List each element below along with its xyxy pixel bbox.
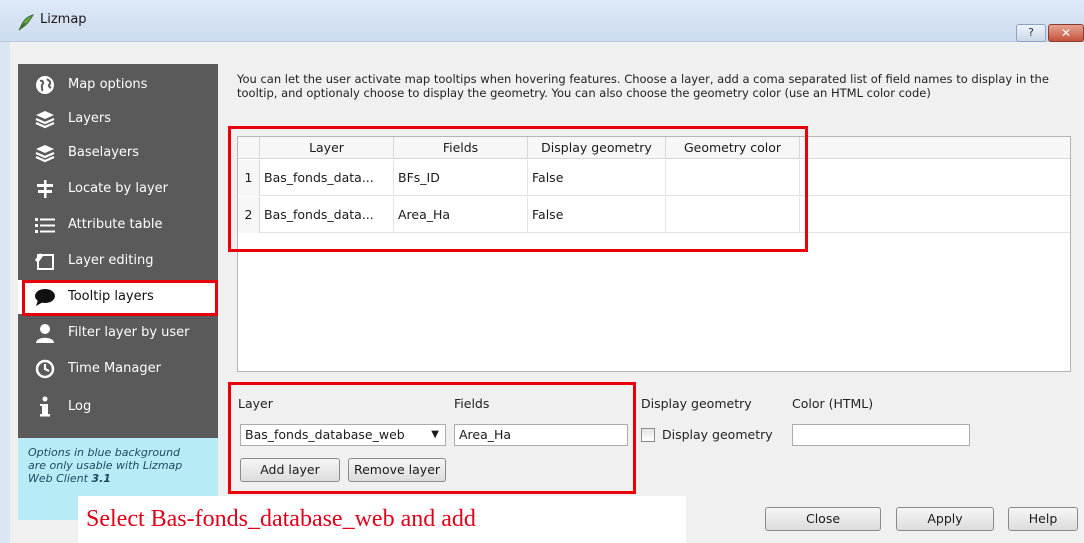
highlight-box-table xyxy=(228,126,808,252)
edit-icon xyxy=(34,250,56,272)
close-button[interactable]: Close xyxy=(765,507,881,531)
list-icon xyxy=(34,214,56,236)
sidebar-item-label: Log xyxy=(68,399,92,414)
window-title: Lizmap xyxy=(40,12,87,27)
user-icon xyxy=(34,322,56,344)
instruction-annotation: Select Bas-fonds_database_web and add xyxy=(78,496,686,543)
sidebar-item-layers[interactable]: Layers xyxy=(18,102,218,136)
sidebar-item-label: Layer editing xyxy=(68,253,154,268)
color-html-label: Color (HTML) xyxy=(792,396,874,411)
sidebar-item-time-manager[interactable]: Time Manager xyxy=(18,352,218,386)
help-button[interactable]: Help xyxy=(1008,507,1078,531)
color-html-input[interactable] xyxy=(792,424,970,446)
lizmap-logo-icon xyxy=(18,14,35,31)
info-icon xyxy=(34,396,56,418)
window-close-button[interactable]: ✕ xyxy=(1048,24,1084,42)
sidebar-item-map-options[interactable]: Map options xyxy=(18,68,218,102)
sidebar-item-label: Attribute table xyxy=(68,217,163,232)
apply-button[interactable]: Apply xyxy=(896,507,994,531)
sidebar-item-log[interactable]: Log xyxy=(18,390,218,424)
sidebar-item-label: Baselayers xyxy=(68,145,140,160)
baselayers-icon xyxy=(34,142,56,164)
clock-icon xyxy=(34,358,56,380)
sidebar-item-filter-layer-by-user[interactable]: Filter layer by user xyxy=(18,316,218,350)
display-geometry-checkbox-label: Display geometry xyxy=(662,427,773,442)
display-geometry-checkbox[interactable] xyxy=(641,428,655,442)
sidebar-item-attribute-table[interactable]: Attribute table xyxy=(18,208,218,242)
tooltip-description: You can let the user activate map toolti… xyxy=(237,72,1049,100)
sidebar-item-label: Filter layer by user xyxy=(68,325,190,340)
lizmap-dialog: Lizmap ? ✕ Map options Layers Baselayers xyxy=(0,0,1084,543)
note-line-2: are only usable with Lizmap xyxy=(28,459,183,472)
note-line-1: Options in blue background xyxy=(28,446,181,459)
note-version: 3.1 xyxy=(91,472,111,485)
sidebar-item-locate-by-layer[interactable]: Locate by layer xyxy=(18,172,218,206)
display-geometry-label: Display geometry xyxy=(641,396,752,411)
title-bar: Lizmap ? ✕ xyxy=(0,0,1084,42)
sidebar-item-layer-editing[interactable]: Layer editing xyxy=(18,244,218,278)
note-line-3: Web Client xyxy=(28,472,88,485)
context-help-button[interactable]: ? xyxy=(1016,24,1046,42)
sidebar-item-label: Time Manager xyxy=(68,361,161,376)
sidebar-item-label: Layers xyxy=(68,111,112,126)
highlight-box-form xyxy=(228,382,636,494)
signpost-icon xyxy=(34,178,56,200)
globe-icon xyxy=(34,74,56,96)
sidebar-item-label: Map options xyxy=(68,77,148,92)
layers-icon xyxy=(34,108,56,130)
sidebar-item-baselayers[interactable]: Baselayers xyxy=(18,136,218,170)
highlight-box-sidebar xyxy=(22,280,218,316)
sidebar-item-label: Locate by layer xyxy=(68,181,169,196)
